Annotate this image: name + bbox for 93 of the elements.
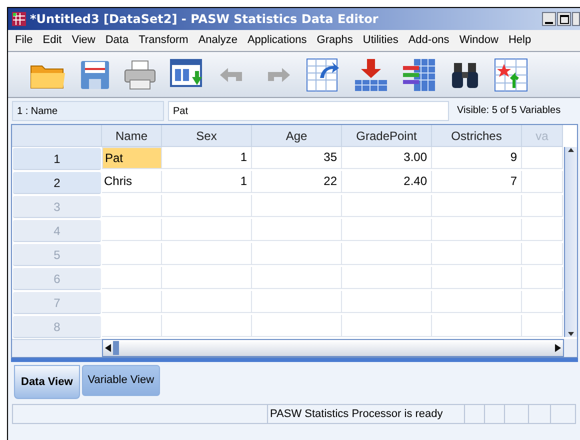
scroll-thumb[interactable] — [113, 341, 119, 355]
scroll-up-icon[interactable] — [567, 147, 575, 153]
table-cell[interactable] — [102, 195, 162, 217]
window-title: *Untitled3 [DataSet2] - PASW Statistics Data Editor — [30, 11, 380, 28]
menu-item[interactable]: Graphs — [312, 32, 358, 49]
table-cell[interactable]: Pat — [102, 147, 162, 169]
menu-item[interactable]: Data — [100, 32, 134, 49]
table-cell[interactable] — [432, 243, 522, 265]
table-cell[interactable] — [252, 219, 342, 241]
row-number[interactable]: 1 — [13, 148, 101, 170]
visible-variables-label: Visible: 5 of 5 Variables — [456, 104, 562, 118]
status-message: PASW Statistics Processor is ready — [268, 405, 465, 423]
table-cell[interactable] — [162, 267, 252, 289]
table-cell[interactable]: 9 — [432, 147, 522, 169]
table-cell[interactable]: 1 — [162, 171, 252, 193]
cell-reference: 1 : Name — [12, 101, 164, 121]
column-header[interactable]: GradePoint — [342, 125, 432, 147]
menu-item[interactable]: Window — [454, 32, 504, 49]
menu-item[interactable]: Transform — [134, 32, 194, 49]
table-cell[interactable] — [522, 267, 563, 289]
view-tab[interactable]: Data View — [14, 365, 80, 399]
table-cell[interactable] — [252, 243, 342, 265]
table-cell[interactable] — [522, 147, 563, 169]
table-cell[interactable] — [432, 291, 522, 313]
table-cell[interactable] — [342, 219, 432, 241]
row-number[interactable]: 2 — [13, 172, 101, 194]
vertical-scrollbar[interactable] — [564, 147, 577, 337]
table-cell[interactable] — [162, 243, 252, 265]
scroll-right-icon[interactable] — [553, 344, 563, 352]
horizontal-scrollbar[interactable] — [102, 339, 564, 357]
grid-star-icon[interactable] — [494, 58, 528, 92]
scroll-left-icon[interactable] — [103, 344, 113, 352]
insert-row-icon[interactable] — [354, 58, 388, 92]
table-cell[interactable] — [162, 315, 252, 337]
table-cell[interactable] — [162, 291, 252, 313]
minimize-button[interactable] — [542, 12, 556, 26]
maximize-button[interactable] — [557, 12, 571, 26]
table-cell[interactable]: 7 — [432, 171, 522, 193]
table-cell[interactable] — [432, 315, 522, 337]
table-cell[interactable]: 2.40 — [342, 171, 432, 193]
table-cell[interactable] — [342, 243, 432, 265]
menu-item[interactable]: Add-ons — [403, 32, 454, 49]
table-cell[interactable] — [252, 315, 342, 337]
table-cell[interactable] — [432, 267, 522, 289]
printer-icon[interactable] — [124, 60, 156, 90]
grid-arrow-icon[interactable] — [306, 58, 340, 92]
table-cell[interactable] — [252, 195, 342, 217]
table-cell[interactable]: 3.00 — [342, 147, 432, 169]
corner-cell[interactable] — [12, 125, 102, 147]
table-cell[interactable] — [342, 267, 432, 289]
view-tab[interactable]: Variable View — [82, 365, 160, 396]
table-cell[interactable] — [432, 195, 522, 217]
table-cell[interactable] — [102, 291, 162, 313]
table-cell[interactable] — [162, 195, 252, 217]
menu-item[interactable]: Applications — [242, 32, 312, 49]
table-cell[interactable]: 1 — [162, 147, 252, 169]
table-cell[interactable] — [522, 291, 563, 313]
menu-item[interactable]: Edit — [38, 32, 67, 49]
maximize-icon — [560, 14, 568, 24]
table-cell[interactable] — [102, 267, 162, 289]
table-cell[interactable] — [252, 267, 342, 289]
table-cell[interactable] — [162, 219, 252, 241]
menu-item[interactable]: View — [66, 32, 100, 49]
menu-item[interactable]: Analyze — [193, 32, 242, 49]
column-header[interactable]: Ostriches — [432, 125, 522, 147]
minimize-icon — [545, 22, 553, 25]
table-cell[interactable] — [432, 219, 522, 241]
table-cell[interactable] — [342, 291, 432, 313]
menu-item[interactable]: File — [10, 32, 38, 49]
table-cell[interactable] — [522, 171, 563, 193]
menu-item[interactable]: Help — [503, 32, 536, 49]
table-cell[interactable] — [522, 315, 563, 337]
close-button[interactable] — [572, 12, 580, 26]
table-cell[interactable] — [102, 219, 162, 241]
table-cell[interactable] — [522, 195, 563, 217]
app-grid-icon — [12, 12, 26, 26]
table-cell[interactable]: 22 — [252, 171, 342, 193]
table-cell[interactable] — [522, 219, 563, 241]
column-header[interactable]: Age — [252, 125, 342, 147]
column-header[interactable]: Name — [102, 125, 162, 147]
scroll-down-icon[interactable] — [567, 331, 575, 337]
table-cell[interactable]: Chris — [102, 171, 162, 193]
table-cell[interactable] — [522, 243, 563, 265]
table-cell[interactable] — [342, 195, 432, 217]
insert-column-icon[interactable] — [402, 58, 436, 92]
table-cell[interactable]: 35 — [252, 147, 342, 169]
column-header[interactable]: Sex — [162, 125, 252, 147]
menu-item[interactable]: Utilities — [358, 32, 404, 49]
table-cell[interactable] — [252, 291, 342, 313]
table-cell[interactable] — [342, 315, 432, 337]
table-cell[interactable] — [102, 243, 162, 265]
table-cell[interactable] — [102, 315, 162, 337]
cell-value-field[interactable]: Pat — [168, 101, 449, 121]
